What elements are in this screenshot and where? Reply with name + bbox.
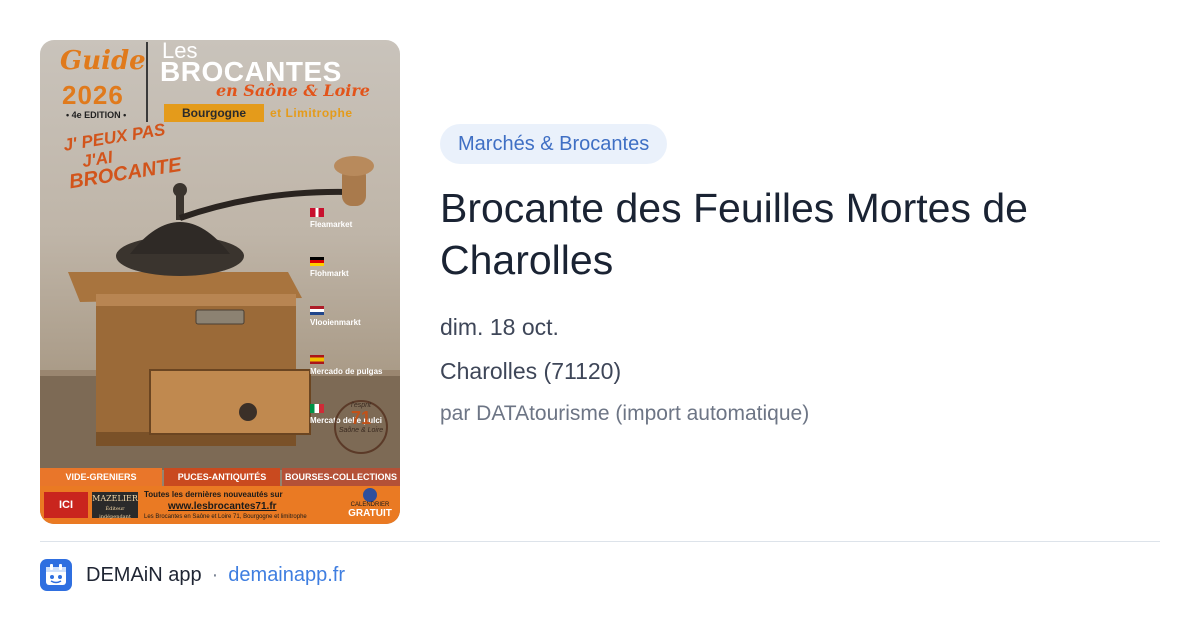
calendar-free: GRATUIT [348, 508, 392, 519]
calendar-logo-icon [363, 488, 377, 502]
event-poster-image[interactable]: Guide 2026 • 4e EDITION • Les BROCANTES … [40, 40, 400, 524]
event-source: par DATAtourisme (import automatique) [440, 402, 810, 425]
uk-flag-icon [310, 208, 324, 217]
poster-divider [146, 42, 148, 122]
event-title[interactable]: Brocante des Feuilles Mortes de Charolle… [440, 182, 1140, 286]
spain-flag-icon [310, 355, 324, 364]
mazelier-name: MAZELIER [92, 494, 138, 503]
footer-divider [40, 541, 1160, 542]
esprit-bottom: Saône & Loire [338, 427, 384, 434]
language-label: Flohmarkt [310, 269, 349, 278]
language-item: Flohmarkt [310, 257, 382, 278]
poster-news: Toutes les dernières nouveautés sur [144, 490, 283, 499]
poster-bourgogne-badge: Bourgogne [164, 104, 264, 122]
language-item: Vlooienmarkt [310, 306, 382, 327]
poster-category: BOURSES-COLLECTIONS [282, 468, 400, 486]
language-label: Vlooienmarkt [310, 318, 361, 327]
poster-bourgogne: Bourgogne [182, 106, 246, 120]
footer-separator: · [211, 563, 219, 586]
mazelier-sub: Éditeur indépendant [99, 506, 131, 520]
netherlands-flag-icon [310, 306, 324, 315]
language-item: Mercado de pulgas [310, 355, 382, 376]
poster-limitrophe: et Limitrophe [270, 106, 353, 120]
share-card: Guide 2026 • 4e EDITION • Les BROCANTES … [0, 0, 1200, 630]
app-url-link[interactable]: demainapp.fr [228, 564, 345, 587]
app-name: DEMAiN app [86, 563, 202, 586]
poster-category: VIDE-GRENIERS [40, 468, 162, 486]
language-label: Mercado de pulgas [310, 367, 383, 376]
language-item: Fleamarket [310, 208, 382, 229]
event-location: Charolles (71120) [440, 358, 622, 384]
language-label: Fleamarket [310, 220, 353, 229]
poster-guide-label: Guide [60, 46, 146, 76]
poster-url: www.lesbrocantes71.fr [168, 501, 277, 512]
footer: DEMAiN app · demainapp.fr [40, 558, 345, 592]
poster-categories: VIDE-GRENIERS PUCES-ANTIQUITÉS BOURSES-C… [40, 468, 400, 486]
esprit-71-seal: l'esprit 71 Saône & Loire [334, 400, 388, 454]
germany-flag-icon [310, 257, 324, 266]
esprit-number: 71 [350, 408, 372, 428]
calendar-badge: CALENDRIER GRATUIT [342, 488, 398, 519]
category-tag[interactable]: Marchés & Brocantes [440, 124, 668, 164]
poster-category: PUCES-ANTIQUITÉS [164, 468, 280, 486]
poster-year: 2026 [62, 80, 124, 110]
poster-facebook: Les Brocantes en Saône et Loire 71, Bour… [144, 514, 307, 520]
demain-app-icon [40, 559, 72, 591]
event-date: dim. 18 oct. [440, 314, 559, 340]
poster-region: en Saône & Loire [216, 81, 370, 100]
ici-logo: ICI [44, 492, 88, 518]
poster-edition: • 4e EDITION • [66, 110, 127, 120]
italy-flag-icon [310, 404, 324, 413]
mazelier-logo: MAZELIER Éditeur indépendant [92, 492, 138, 520]
poster-footer: ICI MAZELIER Éditeur indépendant Toutes … [40, 486, 400, 524]
